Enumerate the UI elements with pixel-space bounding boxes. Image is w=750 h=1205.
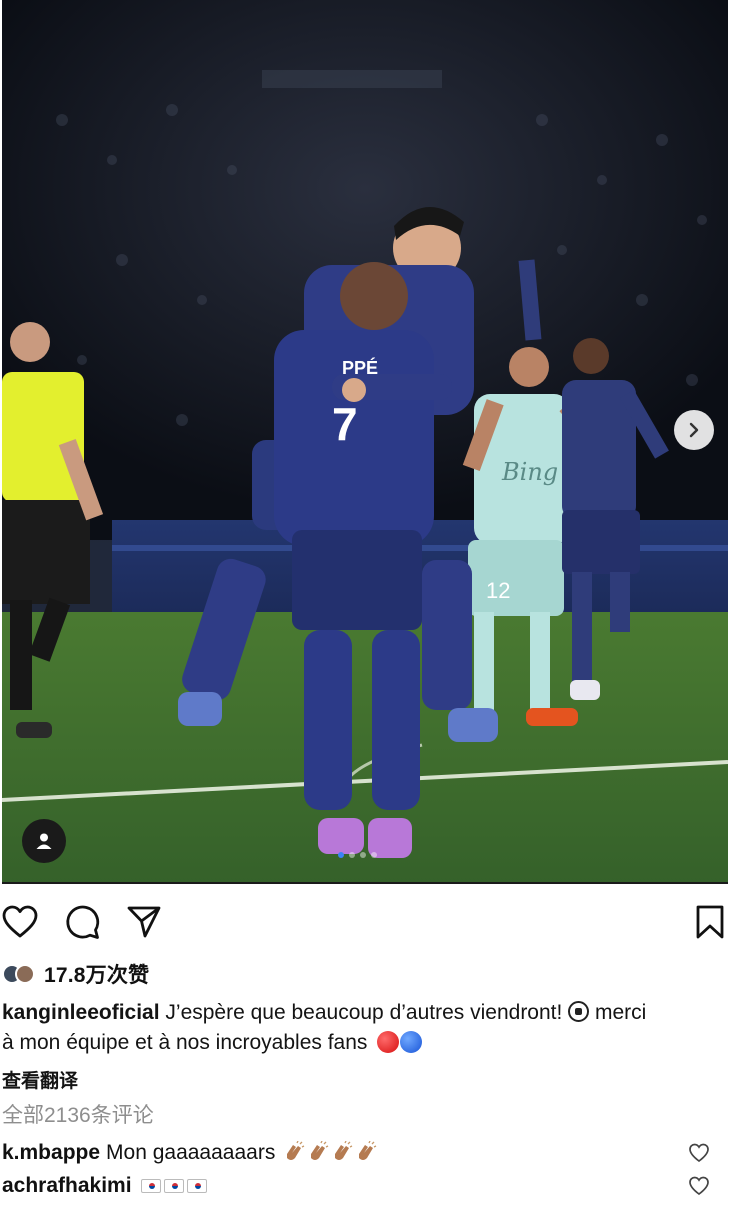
likes-row[interactable]: 17.8万次赞 [2, 960, 149, 988]
heart-icon [2, 905, 38, 938]
like-button[interactable] [0, 902, 40, 942]
post-action-bar [0, 902, 750, 942]
post-caption: kanginleeoficial J’espère que beaucoup d… [2, 998, 732, 1058]
user-tag-icon [36, 833, 52, 849]
tagged-users-button[interactable] [22, 819, 66, 863]
bookmark-icon [696, 905, 724, 939]
caption-username[interactable]: kanginleeoficial [2, 1001, 160, 1024]
opponent-sponsor: Bing [501, 458, 558, 486]
carousel-next-button[interactable] [674, 410, 714, 450]
view-all-comments-link[interactable]: 全部2136条评论 [2, 1099, 154, 1129]
korea-flag-icon [140, 1179, 161, 1193]
korea-flag-icon [186, 1179, 207, 1193]
clapping-hands-icon [359, 1140, 377, 1160]
carousel-dot [338, 852, 344, 858]
post-photo[interactable]: 12 Bing PPÉ 7 [2, 0, 728, 884]
jersey-number: 7 [332, 398, 358, 450]
opponent-number: 12 [486, 578, 510, 603]
comment-button[interactable] [62, 902, 102, 942]
match-photo-illustration: 12 Bing PPÉ 7 [2, 0, 728, 882]
caption-text: J’espère que beaucoup d’autres viendront… [159, 1001, 569, 1024]
comment-username[interactable]: achrafhakimi [2, 1174, 132, 1198]
carousel-dot [349, 852, 355, 858]
clapping-hands-icon [287, 1140, 305, 1160]
carousel-indicator [338, 852, 377, 858]
share-button[interactable] [124, 902, 164, 942]
likes-count[interactable]: 17.8万次赞 [44, 959, 149, 989]
comment-heart-icon[interactable] [688, 1175, 710, 1197]
comment-username[interactable]: k.mbappe [2, 1141, 100, 1165]
caption-text-line2: à mon équipe et à nos incroyables fans [2, 1031, 374, 1054]
avatar [15, 964, 35, 984]
comment-row: k.mbappe Mon gaaaaaaaars [2, 1138, 732, 1168]
carousel-dot [360, 852, 366, 858]
comment-heart-icon[interactable] [688, 1142, 710, 1164]
korea-flag-icon [163, 1179, 184, 1193]
paper-plane-icon [127, 906, 161, 938]
clapping-hands-icon [335, 1140, 353, 1160]
comment-text: Mon gaaaaaaaars [106, 1141, 276, 1164]
translate-link[interactable]: 查看翻译 [2, 1066, 78, 1093]
clapping-hands-icons [281, 1140, 377, 1166]
blue-circle-icon [400, 1031, 423, 1053]
save-button[interactable] [690, 902, 730, 942]
comment-row: achrafhakimi [2, 1171, 732, 1201]
caption-text-cont: merci [589, 1001, 647, 1024]
chevron-right-icon [689, 422, 699, 438]
red-circle-icon [377, 1031, 400, 1053]
liker-avatars [2, 962, 38, 986]
korea-flag-icons [138, 1174, 207, 1198]
soccer-ball-icon [568, 1001, 590, 1022]
comment-bubble-icon [66, 905, 100, 939]
carousel-dot [371, 852, 377, 858]
clapping-hands-icon [311, 1140, 329, 1160]
